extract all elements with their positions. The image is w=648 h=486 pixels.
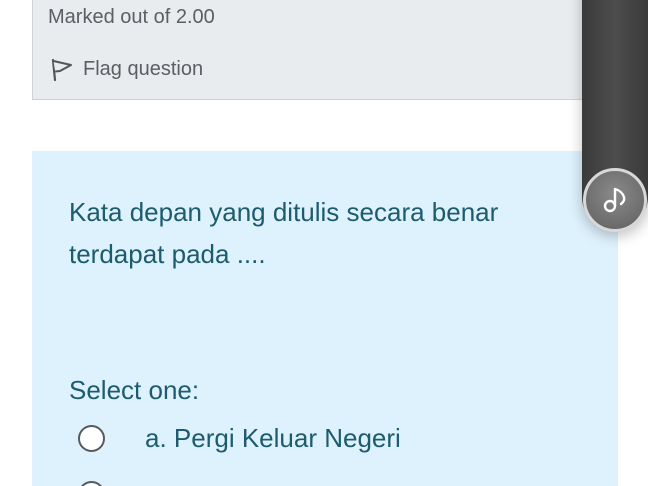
radio-button-a[interactable]	[78, 425, 105, 452]
flag-question-label: Flag question	[83, 57, 204, 80]
radio-button-b[interactable]	[78, 481, 105, 486]
question-text: Kata depan yang ditulis secara benar ter…	[69, 197, 499, 269]
quiz-page: Marked out of 2.00 Flag question Kata de…	[0, 0, 648, 486]
marked-out-of-text: Marked out of 2.00	[48, 6, 215, 28]
question-info-panel: Marked out of 2.00 Flag question	[32, 0, 618, 100]
music-button[interactable]	[583, 168, 647, 232]
music-note-icon	[600, 185, 630, 215]
select-one-prompt: Select one:	[69, 375, 200, 405]
answer-option-label: a. Pergi Keluar Negeri	[145, 423, 401, 453]
answer-option-b[interactable]	[78, 481, 145, 486]
answer-option-a[interactable]: a. Pergi Keluar Negeri	[78, 423, 401, 454]
flag-icon	[49, 56, 75, 82]
question-content-card: Kata depan yang ditulis secara benar ter…	[32, 151, 618, 486]
flag-question-link[interactable]: Flag question	[49, 56, 203, 82]
